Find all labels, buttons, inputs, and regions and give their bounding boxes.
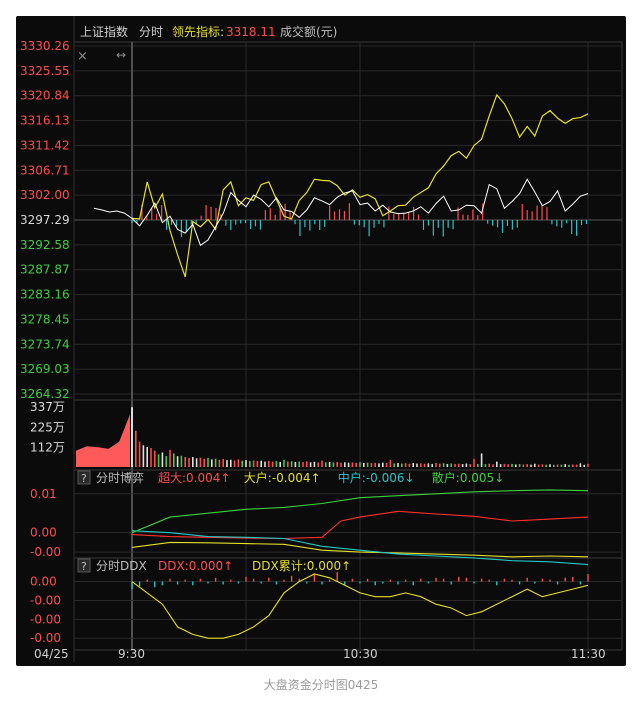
- time-label: 10:30: [343, 647, 378, 661]
- boyi-axis: 0.01 0.00 -0.00: [30, 487, 622, 559]
- volume-label: 337万: [30, 400, 65, 414]
- mode-tab[interactable]: 分时: [139, 25, 163, 39]
- index-price-line: [93, 178, 589, 247]
- price-label-down: 3269.03: [20, 362, 70, 376]
- volume-label[interactable]: 成交额(元): [280, 24, 337, 39]
- legend-item: 中户:-0.006↓: [338, 470, 415, 485]
- index-name[interactable]: 上证指数: [80, 24, 128, 39]
- volume-label: 225万: [30, 420, 65, 434]
- price-label-up: 3311.42: [20, 138, 70, 152]
- time-label: 04/25: [34, 647, 69, 661]
- legend-item: 大户:-0.004↑: [244, 470, 321, 485]
- volume-label: 112万: [30, 441, 65, 455]
- price-label-down: 3273.74: [20, 337, 70, 351]
- chart-caption: 大盘资金分时图0425: [263, 678, 379, 692]
- time-label: 9:30: [118, 647, 145, 661]
- legend-item: 散户:0.005↓: [432, 470, 504, 485]
- legend-item: 超大:0.004↑: [158, 470, 230, 485]
- price-label-down: 3278.45: [20, 312, 70, 326]
- price-label-up: 3325.55: [20, 64, 70, 78]
- legend-item: DDX累计:0.000↑: [252, 559, 351, 573]
- price-label-up: 3320.84: [20, 89, 70, 103]
- ddx-title[interactable]: 分时DDX: [96, 559, 147, 573]
- price-line-layer: [93, 178, 589, 247]
- price-axis: 3330.26 3325.55 3320.84 3316.13 3311.42 3306.…: [20, 39, 70, 401]
- price-label-up: 3330.26: [20, 39, 70, 53]
- price-label-up: 3302.00: [20, 188, 70, 202]
- ddx-axis-label: -0.00: [30, 612, 61, 626]
- ddx-axis: 0.00 -0.00 -0.00 -0.00: [30, 575, 622, 645]
- resize-arrows-icon[interactable]: ↔: [116, 48, 126, 62]
- volume-bars: [76, 407, 589, 467]
- boyi-help-glyph: ?: [81, 472, 87, 485]
- boyi-legend: 超大:0.004↑ 大户:-0.004↑ 中户:-0.006↓ 散户:0.005↓: [158, 470, 504, 485]
- chart-frame: 上证指数 分时 领先指标: 3318.11 成交额(元) × ↔ 3330.26…: [16, 16, 626, 666]
- price-label-down: 3283.16: [20, 288, 70, 302]
- price-label-down: 3287.87: [20, 263, 70, 277]
- ddx-legend: DDX:0.000↑ DDX累计:0.000↑: [158, 559, 351, 573]
- price-label-down: 3264.32: [20, 387, 70, 401]
- ddx-axis-label: -0.00: [30, 593, 61, 607]
- ddx-axis-label: -0.00: [30, 631, 61, 645]
- intraday-chart: 上证指数 分时 领先指标: 3318.11 成交额(元) × ↔ 3330.26…: [20, 16, 623, 662]
- price-label-mid: 3297.29: [20, 213, 70, 227]
- ddx-help-glyph: ?: [81, 560, 87, 573]
- price-label-down: 3292.58: [20, 238, 70, 252]
- boyi-axis-label: 0.00: [30, 526, 57, 540]
- boyi-axis-label: -0.00: [30, 545, 61, 559]
- time-axis: 04/25 9:30 10:30 11:30: [34, 647, 606, 661]
- price-label-up: 3316.13: [20, 114, 70, 128]
- ddx-axis-label: 0.00: [30, 575, 57, 589]
- volume-axis: 337万 225万 112万: [30, 400, 65, 455]
- leading-indicator-label: 领先指标:: [172, 24, 224, 39]
- boyi-title[interactable]: 分时博弈: [96, 470, 144, 485]
- boyi-axis-label: 0.01: [30, 487, 57, 501]
- auction-volume-area: [76, 414, 130, 467]
- legend-item: DDX:0.000↑: [158, 559, 233, 573]
- close-icon[interactable]: ×: [77, 49, 88, 64]
- leading-indicator-value: 3318.11: [226, 25, 276, 39]
- time-label: 11:30: [571, 647, 606, 661]
- price-label-up: 3306.71: [20, 163, 70, 177]
